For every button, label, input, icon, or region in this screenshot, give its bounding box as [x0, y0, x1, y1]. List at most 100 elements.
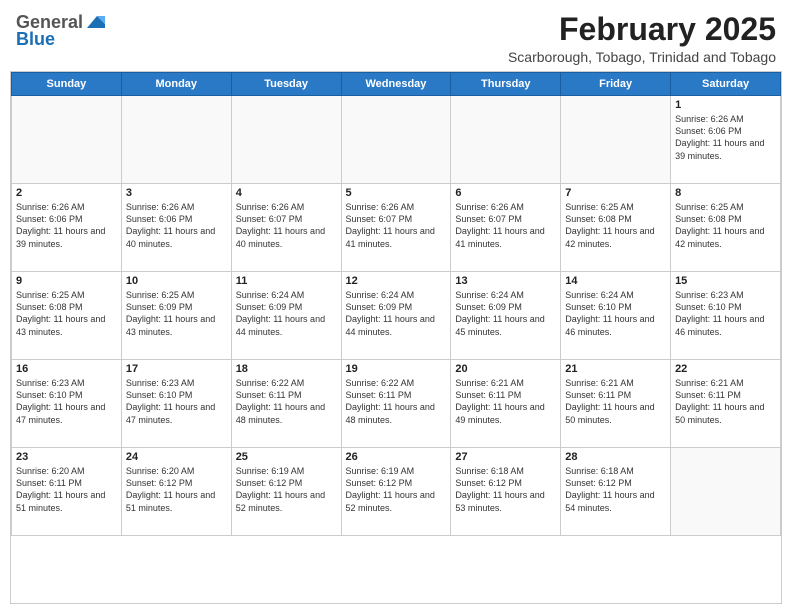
- day-number: 25: [236, 451, 337, 463]
- day-number: 16: [16, 363, 117, 375]
- day-number: 7: [565, 187, 666, 199]
- day-info: Sunrise: 6:26 AM Sunset: 6:06 PM Dayligh…: [675, 113, 776, 162]
- day-cell-22: 22Sunrise: 6:21 AM Sunset: 6:11 PM Dayli…: [671, 360, 781, 448]
- day-cell-19: 19 Sunrise: 6:22 AM Sunset: 6:11 PM Dayli…: [341, 360, 451, 448]
- empty-cell: [341, 96, 451, 184]
- day-info: Sunrise: 6:19 AM Sunset: 6:12 PM Dayligh…: [236, 465, 337, 514]
- week-row-5: 23 Sunrise: 6:20 AM Sunset: 6:11 PM Dayli…: [12, 448, 781, 536]
- day-number: 28: [565, 451, 666, 463]
- day-info: Sunrise: 6:23 AM Sunset: 6:10 PM Dayligh…: [126, 377, 227, 426]
- logo-blue: Blue: [16, 29, 55, 50]
- empty-cell: [451, 96, 561, 184]
- day-info: Sunrise: 6:24 AM Sunset: 6:09 PM Dayligh…: [346, 289, 447, 338]
- day-number: 20: [455, 363, 556, 375]
- day-number: 6: [455, 187, 556, 199]
- day-info: Sunrise: 6:26 AM Sunset: 6:07 PM Dayligh…: [455, 201, 556, 250]
- day-info: Sunrise: 6:23 AM Sunset: 6:10 PM Dayligh…: [675, 289, 776, 338]
- day-info: Sunrise: 6:26 AM Sunset: 6:07 PM Dayligh…: [346, 201, 447, 250]
- day-number: 5: [346, 187, 447, 199]
- empty-cell: [671, 448, 781, 536]
- day-cell-10: 10 Sunrise: 6:25 AM Sunset: 6:09 PM Dayli…: [121, 272, 231, 360]
- day-cell-1: 1 Sunrise: 6:26 AM Sunset: 6:06 PM Daylig…: [671, 96, 781, 184]
- week-row-4: 16 Sunrise: 6:23 AM Sunset: 6:10 PM Dayli…: [12, 360, 781, 448]
- day-cell-12: 12 Sunrise: 6:24 AM Sunset: 6:09 PM Dayli…: [341, 272, 451, 360]
- day-number: 10: [126, 275, 227, 287]
- day-number: 1: [675, 99, 776, 111]
- empty-cell: [231, 96, 341, 184]
- day-number: 27: [455, 451, 556, 463]
- day-cell-23: 23 Sunrise: 6:20 AM Sunset: 6:11 PM Dayli…: [12, 448, 122, 536]
- day-number: 2: [16, 187, 117, 199]
- day-info: Sunrise: 6:24 AM Sunset: 6:10 PM Dayligh…: [565, 289, 666, 338]
- calendar: SundayMondayTuesdayWednesdayThursdayFrid…: [10, 71, 782, 604]
- day-cell-24: 24 Sunrise: 6:20 AM Sunset: 6:12 PM Dayli…: [121, 448, 231, 536]
- day-cell-15: 15 Sunrise: 6:23 AM Sunset: 6:10 PM Dayli…: [671, 272, 781, 360]
- day-info: Sunrise: 6:19 AM Sunset: 6:12 PM Dayligh…: [346, 465, 447, 514]
- day-info: Sunrise: 6:24 AM Sunset: 6:09 PM Dayligh…: [236, 289, 337, 338]
- day-cell-20: 20 Sunrise: 6:21 AM Sunset: 6:11 PM Dayli…: [451, 360, 561, 448]
- day-cell-18: 18Sunrise: 6:22 AM Sunset: 6:11 PM Dayli…: [231, 360, 341, 448]
- day-cell-11: 11 Sunrise: 6:24 AM Sunset: 6:09 PM Dayli…: [231, 272, 341, 360]
- day-cell-5: 5 Sunrise: 6:26 AM Sunset: 6:07 PM Daylig…: [341, 184, 451, 272]
- logo: General Blue: [16, 12, 105, 50]
- day-cell-13: 13 Sunrise: 6:24 AM Sunset: 6:09 PM Dayli…: [451, 272, 561, 360]
- day-info: Sunrise: 6:18 AM Sunset: 6:12 PM Dayligh…: [455, 465, 556, 514]
- day-number: 17: [126, 363, 227, 375]
- day-cell-2: 2 Sunrise: 6:26 AM Sunset: 6:06 PM Daylig…: [12, 184, 122, 272]
- day-info: Sunrise: 6:25 AM Sunset: 6:09 PM Dayligh…: [126, 289, 227, 338]
- days-header-row: SundayMondayTuesdayWednesdayThursdayFrid…: [12, 73, 781, 96]
- day-info: Sunrise: 6:25 AM Sunset: 6:08 PM Dayligh…: [675, 201, 776, 250]
- week-row-3: 9 Sunrise: 6:25 AM Sunset: 6:08 PM Daylig…: [12, 272, 781, 360]
- day-info: Sunrise: 6:21 AM Sunset: 6:11 PM Dayligh…: [455, 377, 556, 426]
- day-header-wednesday: Wednesday: [341, 73, 451, 96]
- day-info: Sunrise: 6:22 AM Sunset: 6:11 PM Dayligh…: [346, 377, 447, 426]
- day-number: 13: [455, 275, 556, 287]
- day-info: Sunrise: 6:26 AM Sunset: 6:06 PM Dayligh…: [16, 201, 117, 250]
- day-info: Sunrise: 6:20 AM Sunset: 6:11 PM Dayligh…: [16, 465, 117, 514]
- day-info: Sunrise: 6:24 AM Sunset: 6:09 PM Dayligh…: [455, 289, 556, 338]
- day-number: 14: [565, 275, 666, 287]
- empty-cell: [12, 96, 122, 184]
- day-cell-27: 27 Sunrise: 6:18 AM Sunset: 6:12 PM Dayli…: [451, 448, 561, 536]
- day-info: Sunrise: 6:23 AM Sunset: 6:10 PM Dayligh…: [16, 377, 117, 426]
- day-info: Sunrise: 6:18 AM Sunset: 6:12 PM Dayligh…: [565, 465, 666, 514]
- day-info: Sunrise: 6:25 AM Sunset: 6:08 PM Dayligh…: [565, 201, 666, 250]
- day-cell-17: 17 Sunrise: 6:23 AM Sunset: 6:10 PM Dayli…: [121, 360, 231, 448]
- title-block: February 2025 Scarborough, Tobago, Trini…: [508, 12, 776, 65]
- day-header-friday: Friday: [561, 73, 671, 96]
- logo-icon: [83, 14, 105, 32]
- day-number: 24: [126, 451, 227, 463]
- day-number: 11: [236, 275, 337, 287]
- day-number: 15: [675, 275, 776, 287]
- day-info: Sunrise: 6:26 AM Sunset: 6:06 PM Dayligh…: [126, 201, 227, 250]
- day-cell-16: 16 Sunrise: 6:23 AM Sunset: 6:10 PM Dayli…: [12, 360, 122, 448]
- week-row-1: 1 Sunrise: 6:26 AM Sunset: 6:06 PM Daylig…: [12, 96, 781, 184]
- page: General Blue February 2025 Scarborough, …: [0, 0, 792, 612]
- day-cell-14: 14 Sunrise: 6:24 AM Sunset: 6:10 PM Dayli…: [561, 272, 671, 360]
- day-info: Sunrise: 6:20 AM Sunset: 6:12 PM Dayligh…: [126, 465, 227, 514]
- empty-cell: [121, 96, 231, 184]
- week-row-2: 2 Sunrise: 6:26 AM Sunset: 6:06 PM Daylig…: [12, 184, 781, 272]
- day-cell-8: 8Sunrise: 6:25 AM Sunset: 6:08 PM Daylig…: [671, 184, 781, 272]
- month-title: February 2025: [508, 12, 776, 47]
- day-number: 19: [346, 363, 447, 375]
- day-number: 12: [346, 275, 447, 287]
- day-cell-21: 21Sunrise: 6:21 AM Sunset: 6:11 PM Dayli…: [561, 360, 671, 448]
- empty-cell: [561, 96, 671, 184]
- day-cell-9: 9 Sunrise: 6:25 AM Sunset: 6:08 PM Daylig…: [12, 272, 122, 360]
- day-cell-25: 25 Sunrise: 6:19 AM Sunset: 6:12 PM Dayli…: [231, 448, 341, 536]
- day-number: 22: [675, 363, 776, 375]
- day-info: Sunrise: 6:26 AM Sunset: 6:07 PM Dayligh…: [236, 201, 337, 250]
- day-number: 18: [236, 363, 337, 375]
- day-number: 26: [346, 451, 447, 463]
- day-number: 23: [16, 451, 117, 463]
- day-info: Sunrise: 6:25 AM Sunset: 6:08 PM Dayligh…: [16, 289, 117, 338]
- day-number: 3: [126, 187, 227, 199]
- day-header-tuesday: Tuesday: [231, 73, 341, 96]
- subtitle: Scarborough, Tobago, Trinidad and Tobago: [508, 49, 776, 65]
- day-header-sunday: Sunday: [12, 73, 122, 96]
- header: General Blue February 2025 Scarborough, …: [0, 0, 792, 71]
- day-cell-3: 3 Sunrise: 6:26 AM Sunset: 6:06 PM Daylig…: [121, 184, 231, 272]
- day-number: 9: [16, 275, 117, 287]
- day-cell-7: 7 Sunrise: 6:25 AM Sunset: 6:08 PM Daylig…: [561, 184, 671, 272]
